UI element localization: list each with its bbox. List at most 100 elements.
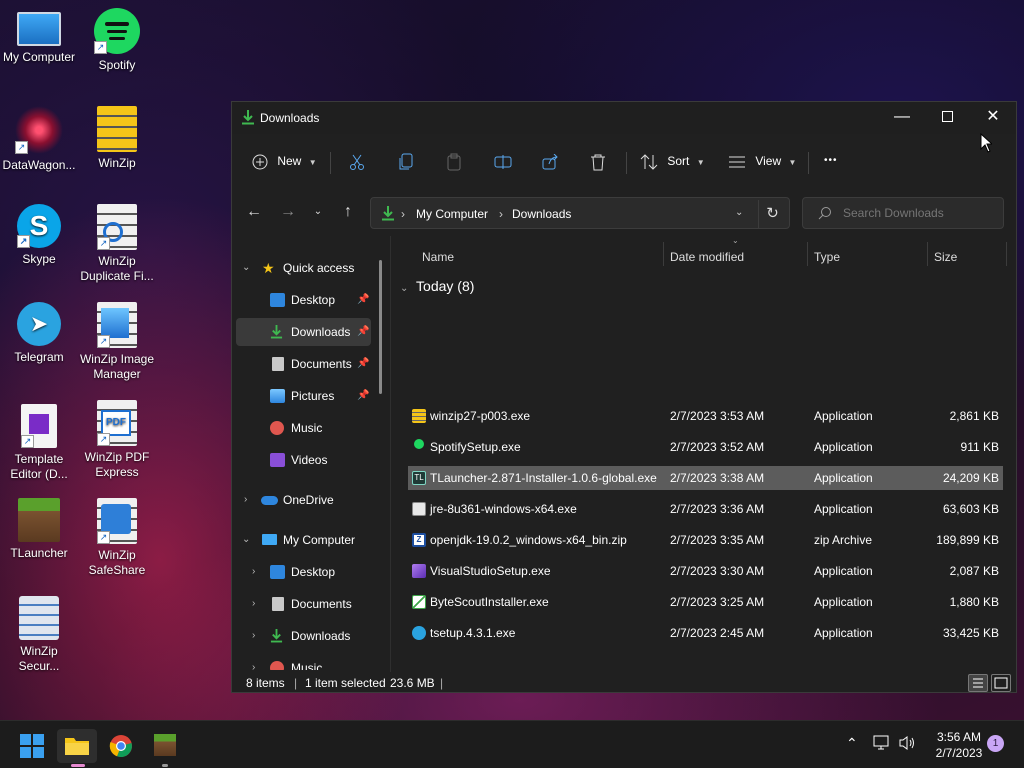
nav-pc-downloads[interactable]: › Downloads bbox=[232, 622, 382, 650]
desktop-icon-label: Spotify bbox=[98, 58, 136, 72]
maximize-button[interactable] bbox=[924, 102, 970, 134]
file-name: winzip27-p003.exe bbox=[430, 409, 531, 423]
nav-item-desktop[interactable]: Desktop 📌 bbox=[232, 286, 382, 314]
table-row[interactable]: winzip27-p003.exe 2/7/2023 3:53 AM Appli… bbox=[408, 404, 1003, 428]
table-row[interactable]: SpotifySetup.exe 2/7/2023 3:52 AM Applic… bbox=[408, 435, 1003, 459]
table-row[interactable]: ByteScoutInstaller.exe 2/7/2023 3:25 AM … bbox=[408, 590, 1003, 614]
up-button[interactable]: ↑ bbox=[334, 198, 362, 226]
desktop-icon-winzip-duplicate[interactable]: ↗ WinZip Duplicate Fi... bbox=[78, 204, 156, 284]
group-header-today[interactable]: ⌄ Today (8) bbox=[400, 276, 474, 299]
table-row[interactable]: tsetup.4.3.1.exe 2/7/2023 2:45 AM Applic… bbox=[408, 621, 1003, 645]
desktop-icon-datawagon[interactable]: ↗ DataWagon... bbox=[0, 106, 78, 173]
view-button[interactable]: View ▼ bbox=[728, 146, 796, 176]
nav-quick-access[interactable]: ⌄ ★ Quick access bbox=[232, 254, 382, 282]
taskbar-chrome[interactable] bbox=[101, 729, 141, 763]
notification-badge[interactable]: 1 bbox=[987, 735, 1004, 752]
desktop-icon-spotify[interactable]: ↗ Spotify bbox=[78, 8, 156, 73]
desktop-icon-telegram[interactable]: ➤ Telegram bbox=[0, 302, 78, 365]
column-header-size[interactable]: Size bbox=[934, 242, 957, 272]
details-view-button[interactable] bbox=[968, 674, 988, 692]
column-divider[interactable] bbox=[1006, 242, 1007, 266]
taskbar-tlauncher[interactable] bbox=[145, 729, 185, 767]
grass-block-icon bbox=[154, 734, 176, 756]
pane-divider[interactable] bbox=[390, 236, 391, 672]
desktop-icon-tlauncher[interactable]: TLauncher bbox=[0, 498, 78, 561]
delete-button[interactable] bbox=[590, 146, 606, 176]
desktop-icon-label: WinZip Secur... bbox=[18, 644, 60, 673]
nav-item-videos[interactable]: Videos bbox=[232, 446, 382, 474]
breadcrumb-downloads[interactable]: Downloads bbox=[512, 207, 571, 221]
tiles-view-button[interactable] bbox=[991, 674, 1011, 692]
desktop-icon-winzip-pdf[interactable]: PDF ↗ WinZip PDF Express bbox=[78, 400, 156, 480]
file-name: TLauncher-2.871-Installer-1.0.6-global.e… bbox=[430, 471, 657, 485]
desktop-folder-icon bbox=[270, 565, 285, 579]
column-header-name[interactable]: Name bbox=[422, 242, 454, 272]
address-dropdown-icon[interactable]: ⌄ bbox=[735, 207, 743, 218]
table-row[interactable]: Z openjdk-19.0.2_windows-x64_bin.zip 2/7… bbox=[408, 528, 1003, 552]
nav-my-computer[interactable]: ⌄ My Computer bbox=[232, 526, 382, 554]
breadcrumb-my-computer[interactable]: My Computer bbox=[416, 207, 488, 221]
nav-item-pictures[interactable]: Pictures 📌 bbox=[232, 382, 382, 410]
address-bar[interactable]: › My Computer › Downloads ⌄ bbox=[370, 197, 790, 229]
copy-button[interactable] bbox=[398, 146, 414, 176]
new-button[interactable]: New ▼ bbox=[252, 146, 317, 176]
nav-pc-documents[interactable]: › Documents bbox=[232, 590, 382, 618]
search-input[interactable] bbox=[802, 197, 1004, 229]
file-size: 2,087 KB bbox=[949, 564, 999, 578]
column-header-date[interactable]: Date modified bbox=[670, 242, 744, 272]
maximize-icon bbox=[941, 111, 953, 123]
recent-locations-button[interactable]: ⌄ bbox=[304, 198, 332, 226]
paste-button[interactable] bbox=[446, 146, 462, 176]
toolbar-divider bbox=[808, 152, 809, 174]
network-icon[interactable] bbox=[873, 735, 891, 754]
nav-item-music[interactable]: Music bbox=[232, 414, 382, 442]
file-date: 2/7/2023 3:25 AM bbox=[670, 595, 765, 609]
nav-pc-desktop[interactable]: › Desktop bbox=[232, 558, 382, 586]
desktop-icon-winzip-image-manager[interactable]: ↗ WinZip Image Manager bbox=[78, 302, 156, 382]
column-header-type[interactable]: Type bbox=[814, 242, 840, 272]
back-button[interactable]: ← bbox=[240, 198, 268, 226]
column-divider[interactable] bbox=[927, 242, 928, 266]
table-row[interactable]: jre-8u361-windows-x64.exe 2/7/2023 3:36 … bbox=[408, 497, 1003, 521]
desktop-icon-my-computer[interactable]: My Computer bbox=[0, 10, 78, 65]
table-row[interactable]: VisualStudioSetup.exe 2/7/2023 3:30 AM A… bbox=[408, 559, 1003, 583]
table-row-selected[interactable]: TL TLauncher-2.871-Installer-1.0.6-globa… bbox=[408, 466, 1003, 490]
desktop-icon-winzip-secure[interactable]: WinZip Secur... bbox=[0, 596, 78, 674]
taskbar-file-explorer[interactable] bbox=[57, 729, 97, 767]
desktop-icon-template-editor[interactable]: ↗ Template Editor (D... bbox=[0, 404, 78, 482]
navigation-pane-scrollbar[interactable] bbox=[379, 260, 382, 394]
refresh-button[interactable]: ↻ bbox=[758, 200, 786, 228]
desktop-icon-label: Skype bbox=[22, 252, 56, 266]
copy-icon bbox=[399, 153, 413, 170]
cut-button[interactable] bbox=[348, 146, 366, 176]
desktop-icon-winzip[interactable]: WinZip bbox=[78, 106, 156, 171]
running-app-indicator bbox=[162, 764, 168, 767]
sort-button[interactable]: Sort ▼ bbox=[640, 146, 705, 176]
show-hidden-icons-button[interactable]: ⌃ bbox=[846, 735, 858, 752]
desktop-icon-skype[interactable]: S ↗ Skype bbox=[0, 204, 78, 267]
volume-icon[interactable] bbox=[898, 735, 916, 754]
desktop-icon-winzip-safeshare[interactable]: ↗ WinZip SafeShare bbox=[78, 498, 156, 578]
desktop-icon-label: WinZip Duplicate Fi... bbox=[80, 254, 154, 283]
chevron-up-icon: ⌃ bbox=[846, 735, 858, 751]
start-button[interactable] bbox=[12, 729, 52, 763]
file-date: 2/7/2023 2:45 AM bbox=[670, 626, 765, 640]
column-divider[interactable] bbox=[663, 242, 664, 266]
file-name: tsetup.4.3.1.exe bbox=[430, 626, 516, 640]
rename-button[interactable] bbox=[494, 146, 512, 176]
minimize-button[interactable]: — bbox=[879, 102, 925, 134]
nav-item-documents[interactable]: Documents 📌 bbox=[232, 350, 382, 378]
nav-pc-music[interactable]: › Music bbox=[232, 654, 382, 670]
share-button[interactable] bbox=[542, 146, 560, 176]
more-options-button[interactable]: ••• bbox=[824, 146, 838, 176]
title-bar[interactable]: Downloads — ✕ bbox=[232, 102, 1016, 134]
nav-item-downloads[interactable]: Downloads 📌 bbox=[236, 318, 371, 346]
tlauncher-file-icon: TL bbox=[412, 471, 426, 485]
desktop-icon-label: WinZip PDF Express bbox=[84, 450, 150, 479]
forward-button[interactable]: → bbox=[274, 198, 302, 226]
nav-onedrive[interactable]: › OneDrive bbox=[232, 486, 382, 514]
monitor-icon bbox=[17, 12, 61, 46]
taskbar-clock[interactable]: 3:56 AM 2/7/2023 bbox=[924, 729, 994, 761]
column-divider[interactable] bbox=[807, 242, 808, 266]
close-button[interactable]: ✕ bbox=[970, 102, 1016, 134]
